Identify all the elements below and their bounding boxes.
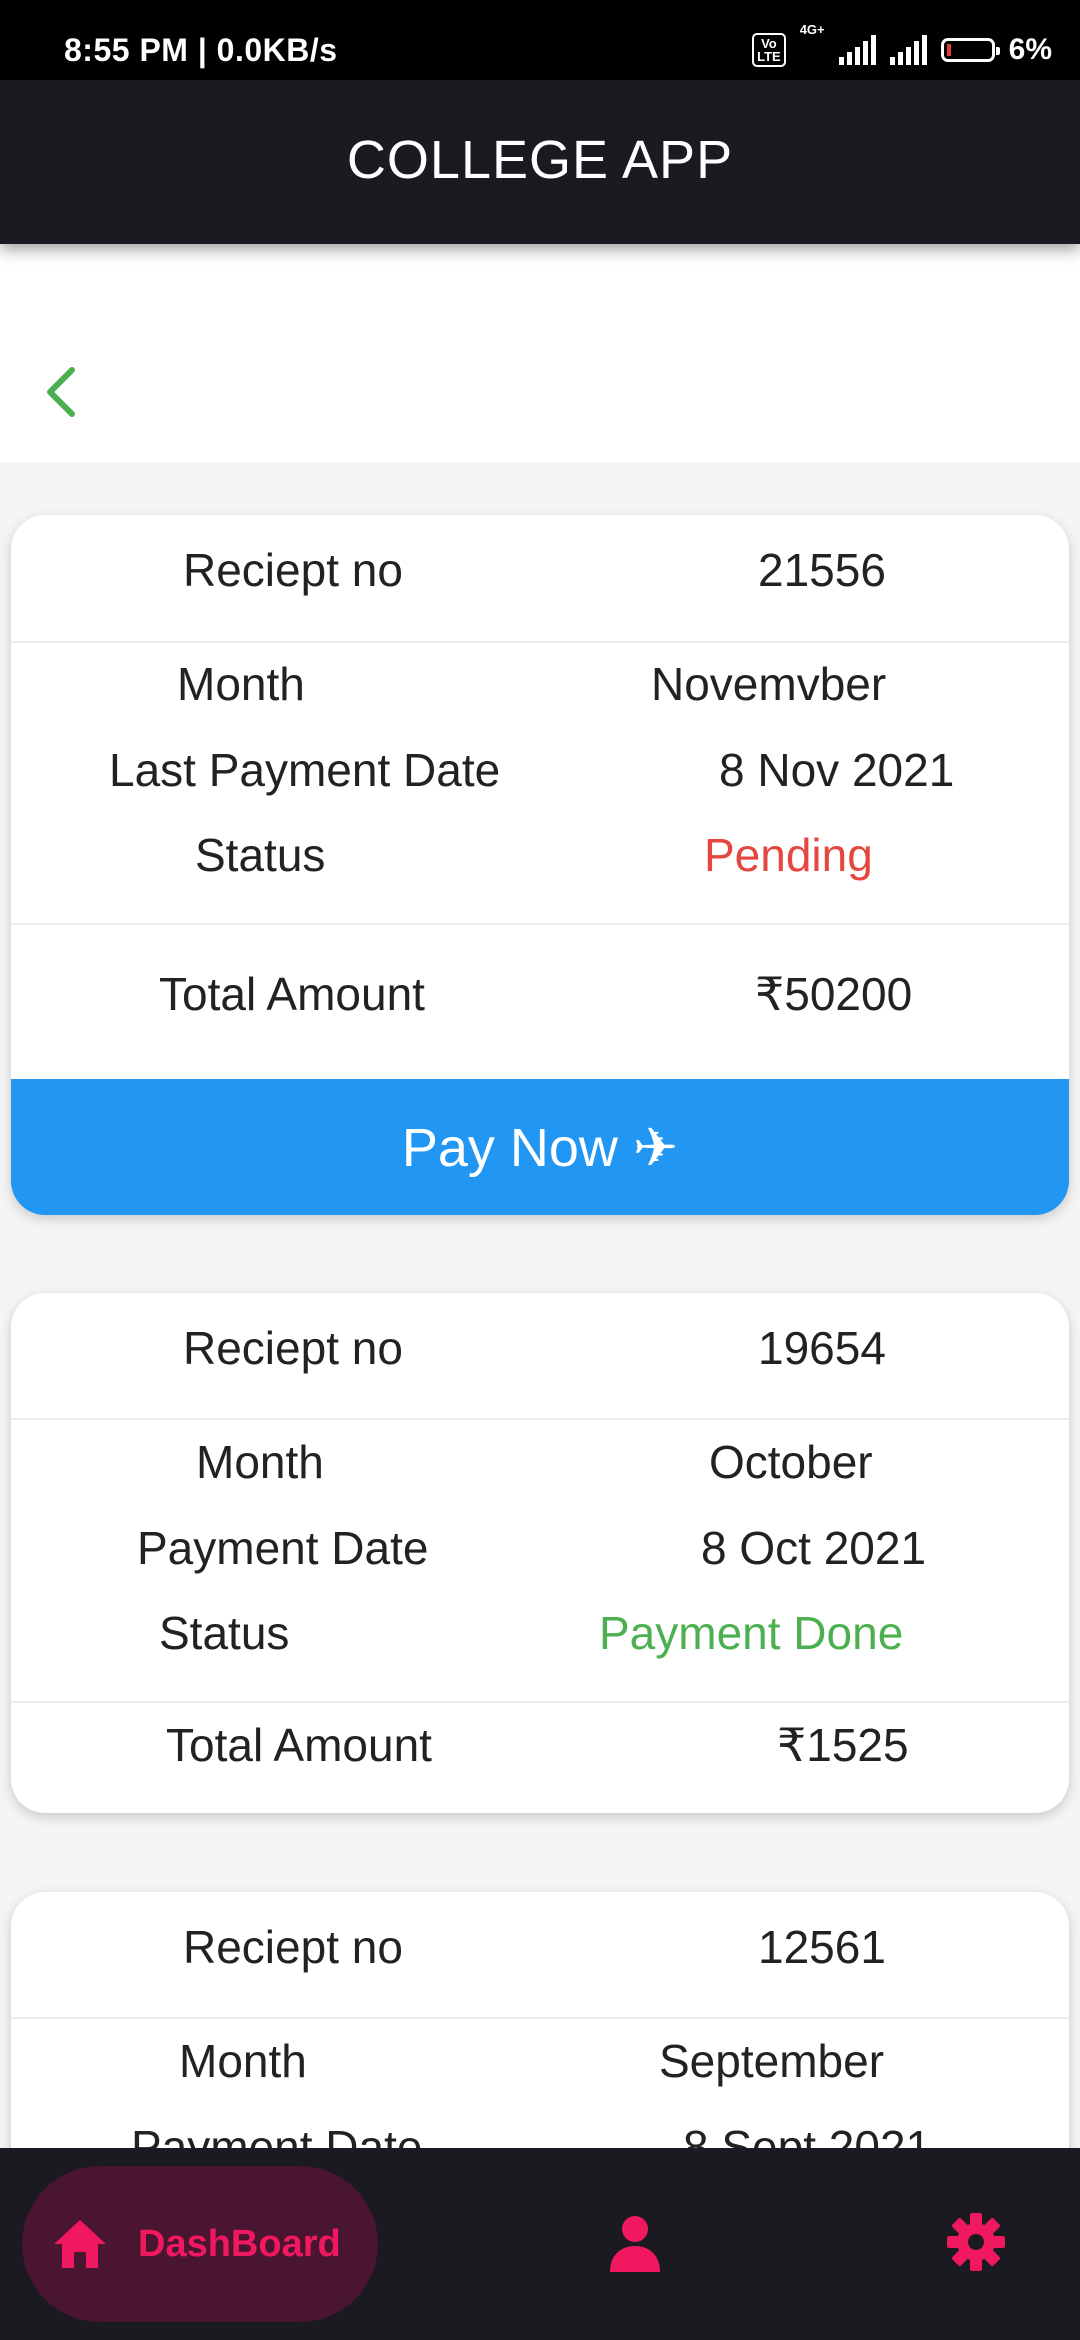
total-label: Total Amount (166, 1719, 432, 1771)
status-value: Pending (704, 829, 873, 881)
month-label: Month (179, 2035, 307, 2087)
total-label: Total Amount (159, 968, 425, 1020)
month-value: September (659, 2035, 885, 2087)
date-value: 8 Oct 2021 (701, 1522, 927, 1574)
signal-icon (838, 35, 876, 65)
receipt-number: 19654 (758, 1322, 886, 1374)
back-area (0, 244, 1080, 462)
nav-dashboard-label: DashBoard (138, 2223, 341, 2265)
month-label: Month (196, 1436, 324, 1488)
divider (11, 923, 1069, 925)
signal-icon-2 (889, 35, 927, 65)
receipt-card-1: Reciept no 21556 Month Novemvber Last Pa… (11, 515, 1069, 1215)
month-value: Novemvber (651, 658, 887, 710)
receipt-row: Reciept no 21556 (11, 543, 1069, 603)
divider (11, 2017, 1069, 2019)
status-label: Status (159, 1607, 290, 1659)
bottom-navigation: DashBoard (0, 2148, 1080, 2340)
status-icons: Vo LTE 4G+ 6% (752, 22, 1052, 78)
back-chevron-icon[interactable] (40, 364, 84, 420)
month-value: October (709, 1436, 873, 1488)
battery-icon (940, 38, 1000, 62)
app-title: COLLEGE APP (346, 130, 734, 190)
divider (11, 641, 1069, 643)
receipt-label: Reciept no (183, 1921, 403, 1973)
status-time-speed: 8:55 PM | 0.0KB/s (64, 32, 338, 68)
nav-dashboard[interactable]: DashBoard (22, 2166, 378, 2322)
month-label: Month (177, 658, 305, 710)
receipt-label: Reciept no (183, 544, 403, 596)
receipt-card-2: Reciept no 19654 Month October Payment D… (11, 1293, 1069, 1813)
settings-gear-icon[interactable] (946, 2212, 1006, 2272)
divider (11, 1701, 1069, 1703)
date-value: 8 Nov 2021 (719, 744, 955, 796)
battery-percent: 6% (1008, 33, 1052, 66)
pay-now-button[interactable]: Pay Now ✈ (11, 1079, 1069, 1215)
divider (11, 1418, 1069, 1420)
total-value: ₹1525 (777, 1719, 909, 1771)
date-label: Last Payment Date (109, 744, 501, 796)
receipt-label: Reciept no (183, 1322, 403, 1374)
status-label: Status (195, 829, 326, 881)
app-bar: COLLEGE APP (0, 80, 1080, 244)
date-label: Payment Date (137, 1522, 429, 1574)
status-value: Payment Done (599, 1607, 904, 1659)
status-bar: 8:55 PM | 0.0KB/s Vo LTE 4G+ 6% (0, 0, 1080, 80)
profile-icon[interactable] (608, 2214, 662, 2272)
volte-icon: Vo LTE (752, 33, 786, 67)
home-icon (54, 2220, 106, 2268)
total-value: ₹50200 (755, 968, 913, 1020)
receipt-number: 21556 (758, 544, 886, 596)
receipt-number: 12561 (758, 1921, 886, 1973)
network-type: 4G+ (799, 22, 825, 37)
